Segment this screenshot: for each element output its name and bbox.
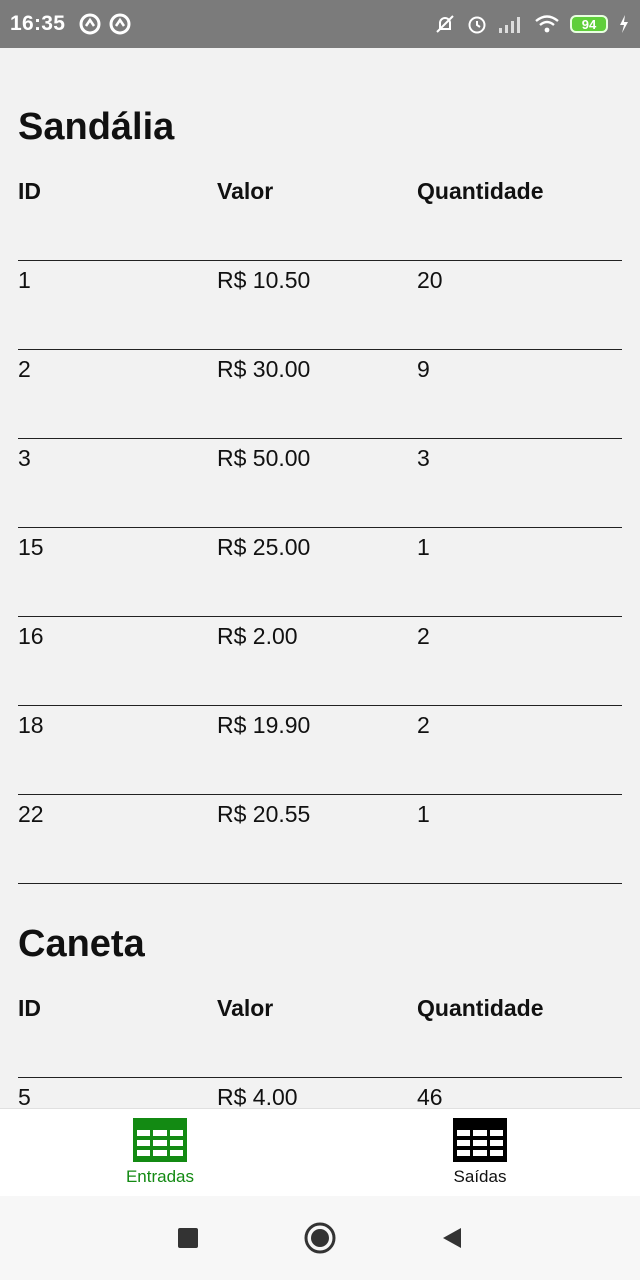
table-icon	[133, 1118, 187, 1162]
back-triangle-icon	[443, 1228, 461, 1248]
table-row[interactable]: 5 R$ 4.00 46	[18, 1077, 622, 1108]
section-title: Sandália	[18, 106, 175, 148]
cell-id: 1	[18, 267, 31, 293]
battery-icon: 94	[570, 15, 608, 33]
cell-valor: R$ 25.00	[217, 534, 311, 560]
app-notification-icon	[109, 13, 131, 35]
signal-icon	[499, 17, 520, 33]
home-button[interactable]	[300, 1218, 340, 1258]
cell-id: 2	[18, 356, 31, 382]
bottom-tab-bar: Entradas Saídas	[0, 1108, 640, 1197]
cell-id: 5	[18, 1084, 31, 1108]
table-row[interactable]: 16 R$ 2.00 2	[18, 616, 622, 705]
cell-id: 18	[18, 712, 44, 738]
table-row[interactable]: 2 R$ 30.00 9	[18, 349, 622, 438]
cell-quantidade: 1	[417, 534, 430, 560]
tab-saidas[interactable]: Saídas	[320, 1109, 640, 1197]
cell-id: 22	[18, 801, 44, 827]
cell-id: 3	[18, 445, 31, 471]
app-notification-icon	[79, 13, 101, 35]
cell-valor: R$ 10.50	[217, 267, 311, 293]
table-divider	[18, 883, 622, 884]
header-id: ID	[18, 995, 41, 1021]
table-row[interactable]: 1 R$ 10.50 20	[18, 260, 622, 349]
table-icon	[453, 1118, 507, 1162]
cell-id: 16	[18, 623, 44, 649]
status-time: 16:35	[10, 12, 66, 35]
tab-label: Entradas	[125, 1167, 195, 1186]
cell-quantidade: 3	[417, 445, 430, 471]
cell-valor: R$ 4.00	[217, 1084, 298, 1108]
recents-button[interactable]	[168, 1218, 208, 1258]
cell-valor: R$ 2.00	[217, 623, 298, 649]
charging-icon	[620, 15, 628, 33]
cell-quantidade: 9	[417, 356, 430, 382]
tab-label: Saídas	[453, 1167, 507, 1186]
cell-quantidade: 1	[417, 801, 430, 827]
wifi-icon	[535, 15, 559, 33]
cell-valor: R$ 20.55	[217, 801, 311, 827]
back-button[interactable]	[432, 1218, 472, 1258]
cell-quantidade: 20	[417, 267, 443, 293]
section-title: Caneta	[18, 923, 145, 965]
table-row[interactable]: 3 R$ 50.00 3	[18, 438, 622, 527]
cell-valor: R$ 19.90	[217, 712, 311, 738]
cell-id: 15	[18, 534, 44, 560]
header-valor: Valor	[217, 178, 274, 204]
table-row[interactable]: 18 R$ 19.90 2	[18, 705, 622, 794]
home-circle-icon	[304, 1222, 336, 1254]
system-nav-bar	[0, 1196, 640, 1280]
header-quantidade: Quantidade	[417, 178, 544, 204]
header-id: ID	[18, 178, 41, 204]
recents-square-icon	[178, 1228, 198, 1248]
silent-icon	[436, 15, 454, 33]
cell-valor: R$ 50.00	[217, 445, 311, 471]
tab-entradas[interactable]: Entradas	[0, 1109, 320, 1197]
table-row[interactable]: 22 R$ 20.55 1	[18, 794, 622, 883]
alarm-icon	[468, 16, 486, 34]
status-bar: 16:35 94	[0, 0, 640, 48]
cell-quantidade: 46	[417, 1084, 443, 1108]
header-quantidade: Quantidade	[417, 995, 544, 1021]
cell-quantidade: 2	[417, 712, 430, 738]
table-row[interactable]: 15 R$ 25.00 1	[18, 527, 622, 616]
header-valor: Valor	[217, 995, 274, 1021]
cell-quantidade: 2	[417, 623, 430, 649]
cell-valor: R$ 30.00	[217, 356, 311, 382]
stock-list[interactable]: Sandália ID Valor Quantidade 1 R$ 10.50 …	[0, 48, 640, 1108]
